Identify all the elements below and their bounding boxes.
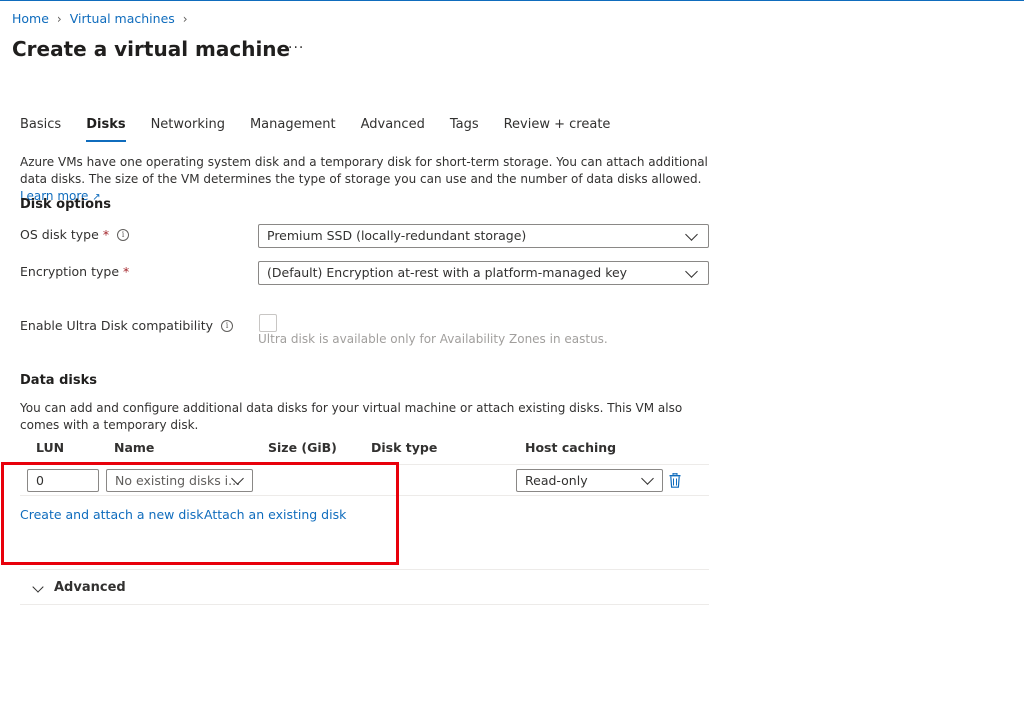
red-highlight-box [1,462,399,565]
tab-advanced[interactable]: Advanced [361,117,425,140]
tab-bar: Basics Disks Networking Management Advan… [20,117,635,142]
tab-management[interactable]: Management [250,117,336,140]
info-icon[interactable]: i [117,228,130,241]
encryption-type-value: (Default) Encryption at-rest with a plat… [267,265,628,280]
info-icon[interactable]: i [221,319,233,332]
advanced-bottom-divider [20,604,709,605]
encryption-type-label: Encryption type * [20,264,129,279]
delete-disk-icon[interactable] [669,472,681,492]
intro-text: Azure VMs have one operating system disk… [20,155,708,186]
os-disk-type-text: OS disk type [20,227,99,242]
advanced-section-toggle[interactable]: Advanced [54,580,126,595]
column-header-name: Name [114,440,155,455]
data-disks-description: You can add and configure additional dat… [20,401,683,432]
ultra-disk-checkbox[interactable] [259,314,277,332]
ultra-disk-hint: Ultra disk is available only for Availab… [258,332,608,346]
tab-networking[interactable]: Networking [151,117,225,140]
more-options-button[interactable]: ··· [288,40,304,56]
data-disks-heading: Data disks [20,373,97,388]
chevron-down-icon[interactable] [32,581,44,593]
advanced-top-divider [20,569,709,570]
required-mark: * [123,264,130,279]
chevron-right-icon: › [56,11,62,26]
host-caching-value: Read-only [525,473,588,488]
encryption-type-text: Encryption type [20,264,120,279]
chevron-right-icon: › [182,11,188,26]
top-accent-line [0,0,1024,1]
tab-disks[interactable]: Disks [86,117,126,142]
chevron-down-icon [685,265,698,278]
column-header-lun: LUN [36,440,65,455]
encryption-type-select[interactable]: (Default) Encryption at-rest with a plat… [258,261,709,285]
os-disk-type-select[interactable]: Premium SSD (locally-redundant storage) [258,224,709,248]
ultra-disk-label: Enable Ultra Disk compatibility i [20,318,233,333]
tab-basics[interactable]: Basics [20,117,61,140]
host-caching-select[interactable]: Read-only [516,469,663,492]
breadcrumb-virtual-machines[interactable]: Virtual machines [70,11,175,26]
page-title: Create a virtual machine [12,37,291,61]
chevron-down-icon [685,228,698,241]
tab-tags[interactable]: Tags [450,117,479,140]
os-disk-type-label: OS disk type * i [20,227,130,242]
column-header-disk-type: Disk type [371,440,438,455]
breadcrumb-home[interactable]: Home [12,11,49,26]
ultra-disk-text: Enable Ultra Disk compatibility [20,318,213,333]
os-disk-type-value: Premium SSD (locally-redundant storage) [267,228,527,243]
disk-options-heading: Disk options [20,197,111,212]
column-header-size: Size (GiB) [268,440,337,455]
tab-review-create[interactable]: Review + create [504,117,611,140]
chevron-down-icon [641,472,654,485]
breadcrumb: Home › Virtual machines › [12,11,196,26]
required-mark: * [102,227,110,242]
intro-description: Azure VMs have one operating system disk… [20,154,720,206]
column-header-host-caching: Host caching [525,440,617,455]
